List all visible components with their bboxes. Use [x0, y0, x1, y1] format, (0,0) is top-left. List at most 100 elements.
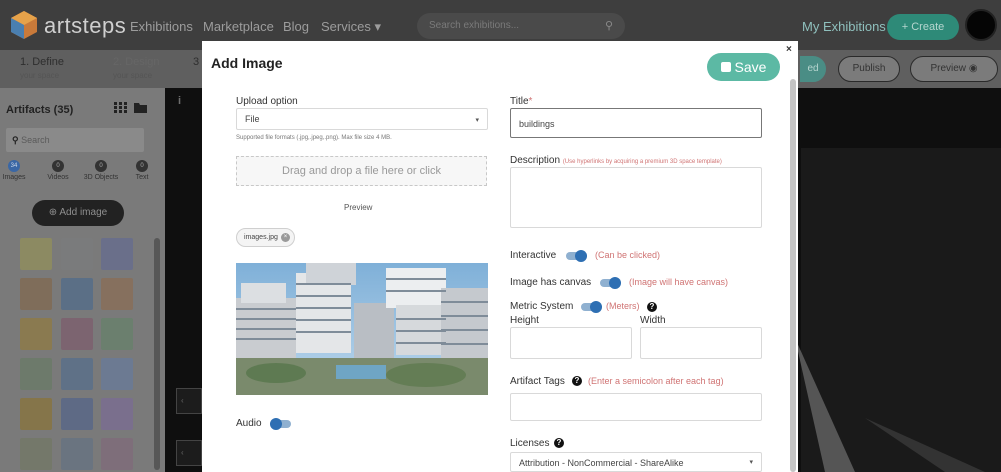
category-text[interactable]: 0 Text [128, 160, 156, 181]
add-image-button[interactable]: ⊕ Add image [32, 200, 124, 226]
edit-button[interactable]: ed [800, 56, 826, 82]
help-icon[interactable]: ? [647, 302, 657, 312]
publish-button[interactable]: Publish [838, 56, 900, 82]
artifact-search-placeholder: Search [21, 135, 50, 145]
license-select[interactable]: Attribution - NonCommercial - ShareAlike… [510, 452, 762, 472]
artifact-thumbnail[interactable] [101, 318, 133, 350]
chevron-down-icon: ▾ [749, 459, 753, 466]
text-count-badge: 0 [136, 160, 148, 172]
artifact-thumbnail[interactable] [20, 238, 52, 270]
rotate-left-control[interactable]: ‹ [176, 388, 202, 414]
description-label-text: Description [510, 155, 561, 166]
title-input[interactable]: buildings [510, 108, 762, 138]
artifact-thumbnail[interactable] [101, 438, 133, 470]
file-chip: images.jpg × [236, 228, 295, 247]
toggle-knob [270, 418, 282, 430]
create-button[interactable]: + Create [887, 14, 959, 40]
artifact-tags-hint: (Enter a semicolon after each tag) [588, 376, 724, 386]
toggle-knob [575, 250, 587, 262]
artifact-tags-input[interactable] [510, 393, 762, 421]
file-dropzone[interactable]: Drag and drop a file here or click [236, 156, 487, 186]
artifact-thumbnail[interactable] [101, 238, 133, 270]
modal-title: Add Image [211, 55, 283, 71]
canvas-label: Image has canvas [510, 277, 592, 288]
artifact-thumbnail[interactable] [61, 278, 93, 310]
metric-system-hint: (Meters) [606, 301, 640, 311]
artifact-thumbnail[interactable] [61, 318, 93, 350]
artifact-thumbnail[interactable] [101, 278, 133, 310]
buildings-photo [236, 263, 488, 395]
artifact-thumbnail[interactable] [101, 358, 133, 390]
image-preview [236, 263, 488, 395]
height-input[interactable] [510, 327, 632, 359]
nav-blog[interactable]: Blog [283, 19, 309, 34]
artifact-thumbnail[interactable] [61, 358, 93, 390]
rotate-left-control-2[interactable]: ‹ [176, 440, 202, 466]
step-define[interactable]: 1. Define your space [20, 56, 64, 82]
grid-view-icon[interactable] [114, 102, 127, 113]
file-chip-name: images.jpg [244, 234, 278, 241]
artifact-thumbnail[interactable] [101, 398, 133, 430]
help-icon[interactable]: ? [572, 376, 582, 386]
step-define-subtitle: your space [20, 71, 60, 80]
description-label: Description (Use hyperlinks by acquiring… [510, 155, 722, 166]
close-icon[interactable]: × [786, 44, 796, 56]
3d-objects-count-badge: 0 [95, 160, 107, 172]
audio-label: Audio [236, 418, 262, 429]
canvas-toggle[interactable] [600, 277, 621, 289]
description-textarea[interactable] [510, 167, 762, 228]
modal-scrollbar[interactable] [790, 79, 796, 472]
save-label: Save [734, 59, 767, 75]
artifacts-title: Artifacts (35) [6, 104, 74, 116]
step-design-title: 2. Design [113, 56, 160, 68]
step-design[interactable]: 2. Design your space [113, 56, 159, 82]
category-videos[interactable]: 0 Videos [44, 160, 72, 181]
interactive-toggle[interactable] [566, 250, 587, 262]
images-count-badge: 34 [8, 160, 20, 172]
brand-name[interactable]: artsteps [44, 13, 126, 39]
floppy-disk-icon [720, 62, 731, 72]
upload-option-select[interactable]: File ▾ [236, 108, 488, 130]
nav-services[interactable]: Services ▾ [321, 19, 381, 35]
category-3d-objects[interactable]: 0 3D Objects [80, 160, 122, 181]
audio-toggle[interactable] [270, 418, 291, 430]
folder-icon[interactable] [134, 102, 147, 113]
step-design-subtitle: your space [113, 71, 153, 80]
my-exhibitions-link[interactable]: My Exhibitions [802, 19, 886, 34]
remove-file-icon[interactable]: × [281, 233, 290, 242]
artifact-thumbnail[interactable] [20, 358, 52, 390]
preview-button[interactable]: Preview ◉ [910, 56, 998, 82]
search-input[interactable]: Search exhibitions... ⚲ [417, 13, 625, 39]
help-icon[interactable]: ? [554, 438, 564, 448]
search-icon: ⚲ [604, 20, 613, 32]
search-icon: ⚲ [12, 135, 19, 145]
artifacts-scrollbar[interactable] [154, 238, 160, 470]
artsteps-logo-icon[interactable] [8, 9, 40, 41]
info-icon[interactable]: i [178, 95, 190, 109]
width-input[interactable] [640, 327, 762, 359]
artifact-thumbnail[interactable] [61, 238, 93, 270]
upload-option-label: Upload option [236, 96, 298, 107]
toggle-knob [590, 301, 602, 313]
step-three[interactable]: 3 [193, 56, 199, 69]
category-images[interactable]: 34 Images [0, 160, 28, 181]
artifact-thumbnail[interactable] [61, 438, 93, 470]
metric-system-toggle[interactable] [581, 301, 602, 313]
artifact-thumbnail[interactable] [20, 398, 52, 430]
preview-label: Preview [344, 203, 373, 212]
save-button[interactable]: Save [707, 53, 780, 81]
title-label: Title* [510, 96, 532, 107]
chevron-down-icon: ▾ [475, 117, 479, 124]
nav-exhibitions[interactable]: Exhibitions [130, 19, 193, 34]
artifact-thumbnail[interactable] [20, 438, 52, 470]
artifact-thumbnail[interactable] [20, 278, 52, 310]
category-text-label: Text [135, 174, 149, 181]
required-asterisk: * [528, 96, 533, 107]
avatar[interactable] [965, 9, 997, 41]
nav-marketplace[interactable]: Marketplace [203, 19, 274, 34]
upload-option-value: File [245, 114, 260, 124]
artifact-thumbnail[interactable] [20, 318, 52, 350]
artifact-thumbnail[interactable] [61, 398, 93, 430]
artifact-search-input[interactable]: ⚲ Search [6, 128, 144, 152]
category-videos-label: Videos [47, 174, 69, 181]
